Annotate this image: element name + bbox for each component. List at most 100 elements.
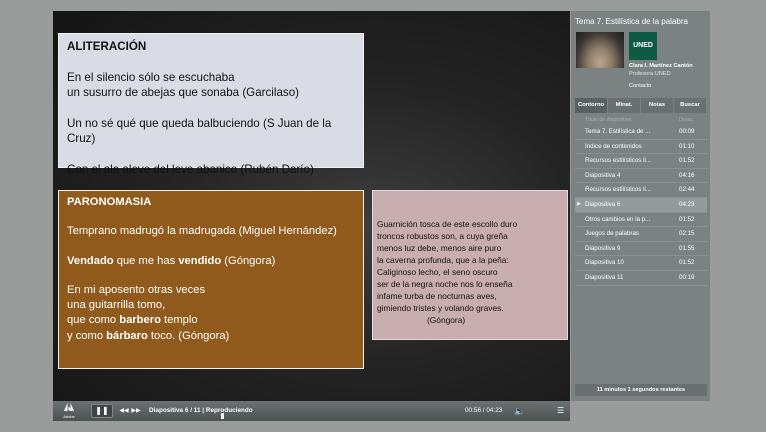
outline-item[interactable]: Diapositiva 4 04:16 xyxy=(575,169,707,184)
outline-item[interactable]: Tema 7. Estilística de ... 00:09 xyxy=(575,125,707,140)
sidebar-tabs: Contorno Minat. Notas Buscar xyxy=(575,98,707,113)
outline-item[interactable]: Recursos estilísticos li... 02:44 xyxy=(575,183,707,198)
alliteration-box: ALITERACIÓN En el silencio sólo se escuc… xyxy=(58,33,364,176)
alliteration-line-3: Un no sé qué que queda balbuciendo (S Ju… xyxy=(67,116,332,146)
text-span: que me has xyxy=(113,254,179,267)
outline-item-title: Otros cambios en la p... xyxy=(585,215,651,223)
outline-item-duration: 01:52 xyxy=(679,157,695,165)
outline-item[interactable]: Diapositiva 9 01:55 xyxy=(575,242,707,257)
outline-item[interactable]: Otros cambios en la p... 01:52 xyxy=(575,213,707,228)
progress-marker[interactable] xyxy=(221,413,224,419)
adobe-mark-icon xyxy=(64,403,74,411)
time-remaining: 11 minutos 1 segundos restantes xyxy=(575,384,707,396)
presenter-name: Clara I. Martínez Cantón xyxy=(629,63,693,69)
outline-item-title: Recursos estilísticos li... xyxy=(585,157,652,165)
paronomasia-line-2: Vendado que me has vendido (Góngora) xyxy=(67,254,355,269)
outline-item-duration: 01:10 xyxy=(679,142,695,150)
bold-word: Vendado xyxy=(67,254,114,267)
previous-icon: ◀◀ xyxy=(119,408,129,414)
adobe-logo-text: Adobe xyxy=(63,414,75,419)
playback-status: Diapositiva 6 / 11 | Reproduciendo xyxy=(149,407,253,414)
tab-miniaturas[interactable]: Minat. xyxy=(608,98,641,113)
outline-item[interactable]: Índice de contenidos 01:10 xyxy=(575,140,707,155)
paronomasia-line-6: y como bárbaro toco. (Góngora) xyxy=(67,329,355,344)
current-slide-arrow-icon: ▶ xyxy=(577,200,581,207)
contact-link[interactable]: Contacto xyxy=(629,83,651,89)
next-slide-button[interactable]: ▶▶ xyxy=(131,405,141,417)
outline-item-title: Índice de contenidos xyxy=(585,142,642,150)
outline-item-duration: 00:09 xyxy=(679,128,695,135)
slide-outline-list: Tema 7. Estilística de ... 00:09 Índice d… xyxy=(575,125,707,286)
alliteration-line-2: un susurro de abejas que sonaba (Garcila… xyxy=(67,86,300,99)
paronomasia-box: PARONOMASIA Temprano madrugó la madrugad… xyxy=(58,190,364,369)
poem-line: gimiendo tristes y volando graves. xyxy=(377,303,504,313)
playback-time: 00:56 / 04:23 xyxy=(465,407,503,414)
outline-item-title: Tema 7. Estilística de ... xyxy=(585,128,651,135)
outline-item-title: Recursos estilísticos li... xyxy=(585,186,652,194)
alliteration-line-1: En el silencio sólo se escuchaba xyxy=(67,70,235,84)
tab-notas[interactable]: Notas xyxy=(641,98,674,113)
poem-line: ser de la negra noche nos lo enseña xyxy=(377,279,513,289)
outline-item-duration: 04:16 xyxy=(679,171,695,179)
bold-word: barbero xyxy=(119,314,161,327)
next-icon: ▶▶ xyxy=(131,408,141,414)
paronomasia-line-5: que como barbero templo xyxy=(67,313,355,328)
paronomasia-line-3: En mi aposento otras veces xyxy=(67,283,206,296)
outline-item-title: Juegos de palabras xyxy=(585,230,640,238)
outline-item-duration: 02:44 xyxy=(679,186,695,194)
paronomasia-line-4: una guitarrilla tomo, xyxy=(67,299,166,312)
outline-item-duration: 01:55 xyxy=(679,244,695,252)
poem-line: menos luz debe, menos aire puro xyxy=(377,243,502,253)
outline-item-title: Diapositiva 9 xyxy=(585,244,621,252)
adobe-logo-icon: Adobe xyxy=(63,403,75,419)
outline-item[interactable]: Recursos estilísticos li... 01:52 xyxy=(575,154,707,169)
alliteration-title: ALITERACIÓN xyxy=(67,40,147,53)
outline-header: Título de diapositiva Durac. xyxy=(575,117,707,125)
text-span: (Góngora) xyxy=(221,254,276,267)
outline-header-title: Título de diapositiva xyxy=(585,117,632,123)
outline-item-duration: 01:52 xyxy=(679,259,695,267)
poem-line: Caliginoso lecho, el seno oscuro xyxy=(377,267,498,277)
outline-item-duration: 04:23 xyxy=(679,200,695,208)
bold-word: bárbaro xyxy=(106,329,148,342)
pause-button[interactable]: ❚❚ xyxy=(91,404,113,418)
sidebar: Tema 7. Estilística de la palabra UNED C… xyxy=(571,11,710,401)
bold-word: vendido xyxy=(178,254,222,267)
text-span: y como xyxy=(67,329,107,342)
poem-line: troncos robustos son, a cuya greña xyxy=(377,231,508,241)
presenter-role: Profesora UNED xyxy=(629,71,671,77)
pause-icon: ❚❚ xyxy=(95,406,109,415)
paronomasia-title: PARONOMASIA xyxy=(67,196,152,208)
tab-contorno[interactable]: Contorno xyxy=(575,98,608,113)
presentation-title: Tema 7. Estilística de la palabra xyxy=(575,17,688,26)
text-span: templo xyxy=(160,314,198,327)
speaker-icon: 🔈 xyxy=(514,406,526,416)
outline-item-duration: 01:52 xyxy=(679,215,695,223)
menu-button[interactable]: ☰ xyxy=(557,405,567,417)
gongora-poem-box: Guarnición tosca de este escollo duro tr… xyxy=(372,190,568,340)
outline-item-duration: 02:15 xyxy=(679,230,695,238)
outline-item-active[interactable]: ▶ Diapositiva 6 04:23 xyxy=(575,197,707,213)
menu-icon: ☰ xyxy=(557,406,565,415)
outline-item-duration: 00:19 xyxy=(679,273,695,281)
uned-logo: UNED xyxy=(629,32,657,60)
outline-item[interactable]: Diapositiva 10 01:52 xyxy=(575,256,707,271)
text-span: toco. (Góngora) xyxy=(147,329,230,342)
poem-line: la caverna profunda, que a la peña: xyxy=(377,255,509,265)
outline-item[interactable]: Diapositiva 11 00:19 xyxy=(575,271,707,286)
text-span: que como xyxy=(67,314,120,327)
tab-buscar[interactable]: Buscar xyxy=(674,98,707,113)
outline-item-title: Diapositiva 10 xyxy=(585,259,624,267)
player-controls-bar: Adobe ❚❚ ◀◀ ▶▶ Diapositiva 6 / 11 | Repr… xyxy=(53,401,570,421)
outline-item-title: Diapositiva 11 xyxy=(585,273,624,281)
paronomasia-line-1: Temprano madrugó la madrugada (Miguel He… xyxy=(67,225,337,238)
alliteration-line-4: Con el ala aleve del leve abanico (Rubén… xyxy=(67,162,314,176)
outline-item[interactable]: Juegos de palabras 02:15 xyxy=(575,227,707,242)
poem-author: (Góngora) xyxy=(427,315,466,325)
slide-canvas: ALITERACIÓN En el silencio sólo se escuc… xyxy=(53,11,570,401)
volume-button[interactable]: 🔈 xyxy=(514,404,526,418)
previous-slide-button[interactable]: ◀◀ xyxy=(119,405,129,417)
poem-line: infame turba de nocturnas aves, xyxy=(377,291,497,301)
outline-item-title: Diapositiva 6 xyxy=(585,200,621,208)
outline-header-duration: Durac. xyxy=(679,117,695,123)
